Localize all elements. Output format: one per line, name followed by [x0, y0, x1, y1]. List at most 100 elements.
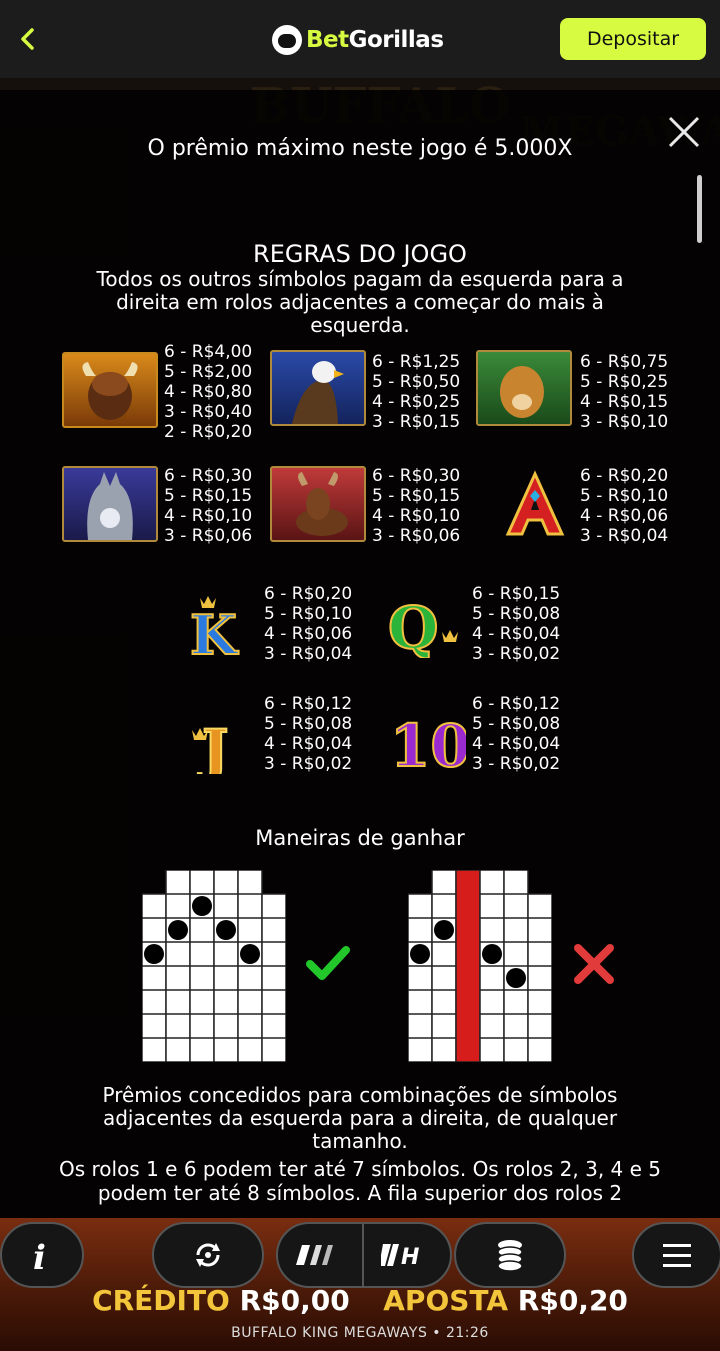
game-footer: BUFFALO KING MEGAWAYS • 21:26 — [231, 1325, 489, 1341]
turbo-spin-button[interactable] — [278, 1224, 365, 1286]
eagle-symbol — [270, 350, 366, 426]
buffalo-symbol — [62, 352, 158, 428]
pay-line: 4 - R$0,06 — [264, 624, 353, 644]
pay-line: 5 - R$0,50 — [372, 372, 461, 392]
rules-description: Todos os outros símbolos pagam da esquer… — [96, 267, 624, 337]
jack-symbol: J — [188, 704, 254, 785]
pay-line: 6 - R$0,12 — [472, 694, 561, 714]
awards-description: Prêmios concedidos para combinações de s… — [102, 1083, 618, 1153]
ten-symbol: 10 — [389, 702, 472, 781]
cougar-symbol — [476, 350, 572, 426]
speed-controls: H — [276, 1222, 452, 1288]
credit-bet-readout: CRÉDITO R$0,00 APOSTA R$0,20 — [0, 1284, 720, 1317]
pay-line: 6 - R$4,00 — [164, 342, 253, 362]
pay-line: 6 - R$0,15 — [472, 584, 561, 604]
credit-label: CRÉDITO — [92, 1284, 230, 1317]
pay-line: 3 - R$0,40 — [164, 402, 253, 422]
gorilla-icon — [272, 25, 302, 55]
pay-line: 4 - R$0,04 — [472, 734, 561, 754]
queen-symbol: Q — [386, 588, 462, 663]
check-icon — [304, 938, 352, 986]
ways-title: Maneiras de ganhar — [255, 826, 465, 850]
pay-line: 6 - R$0,30 — [164, 466, 253, 486]
king-pays: 6 - R$0,20 5 - R$0,10 4 - R$0,06 3 - R$0… — [264, 584, 352, 664]
pay-line: 5 - R$0,08 — [264, 714, 353, 734]
queen-pays: 6 - R$0,15 5 - R$0,08 4 - R$0,04 3 - R$0… — [472, 584, 560, 664]
brand-gorillas: Gorillas — [348, 27, 444, 53]
autoplay-icon — [196, 1243, 220, 1267]
cross-icon — [570, 940, 618, 988]
max-prize-text: O prêmio máximo neste jogo é 5.000X — [147, 136, 573, 161]
pay-line: 5 - R$0,15 — [164, 486, 253, 506]
hamburger-menu-icon — [663, 1244, 691, 1267]
scrollbar-thumb[interactable] — [697, 175, 702, 243]
pay-line: 4 - R$0,10 — [164, 506, 253, 526]
pay-line: 6 - R$0,12 — [264, 694, 353, 714]
pay-line: 6 - R$0,30 — [372, 466, 461, 486]
svg-text:H: H — [401, 1245, 419, 1268]
invalid-ways-grid — [407, 869, 553, 1066]
pay-line: 3 - R$0,04 — [264, 644, 353, 664]
svg-text:i: i — [33, 1238, 46, 1275]
info-icon: i — [33, 1238, 46, 1275]
brand-logo[interactable]: BetGorillas — [272, 22, 444, 58]
pay-line: 6 - R$0,20 — [580, 466, 669, 486]
quick-spin-icon: H — [381, 1244, 419, 1268]
pay-line: 5 - R$0,25 — [580, 372, 669, 392]
wolf-symbol — [62, 466, 158, 542]
buffalo-pays: 6 - R$4,00 5 - R$2,00 4 - R$0,80 3 - R$0… — [164, 342, 252, 442]
svg-text:K: K — [190, 603, 239, 662]
pay-line: 5 - R$0,08 — [472, 714, 561, 734]
pay-line: 6 - R$0,20 — [264, 584, 353, 604]
moose-pays: 6 - R$0,30 5 - R$0,15 4 - R$0,10 3 - R$0… — [372, 466, 460, 546]
pay-line: 3 - R$0,04 — [580, 526, 669, 546]
cougar-pays: 6 - R$0,75 5 - R$0,25 4 - R$0,15 3 - R$0… — [580, 352, 668, 432]
credit-value: R$0,00 — [239, 1284, 350, 1317]
rules-title: REGRAS DO JOGO — [253, 240, 467, 268]
pay-line: 5 - R$0,08 — [472, 604, 561, 624]
pay-line: 4 - R$0,25 — [372, 392, 461, 412]
jack-pays: 6 - R$0,12 5 - R$0,08 4 - R$0,04 3 - R$0… — [264, 694, 352, 774]
turbo-icon — [296, 1245, 333, 1265]
pay-line: 3 - R$0,02 — [472, 644, 561, 664]
moose-symbol — [270, 466, 366, 542]
ace-pays: 6 - R$0,20 5 - R$0,10 4 - R$0,06 3 - R$0… — [580, 466, 668, 546]
bet-label: APOSTA — [383, 1284, 509, 1317]
pay-line: 6 - R$1,25 — [372, 352, 461, 372]
pay-line: 5 - R$0,10 — [264, 604, 353, 624]
pay-line: 3 - R$0,15 — [372, 412, 461, 432]
king-symbol: K — [186, 592, 256, 668]
autoplay-button[interactable] — [152, 1222, 264, 1288]
pay-line: 3 - R$0,02 — [264, 754, 353, 774]
quick-spin-button[interactable]: H — [364, 1224, 450, 1286]
back-button[interactable] — [10, 20, 50, 60]
pay-line: 5 - R$2,00 — [164, 362, 253, 382]
pay-line: 4 - R$0,10 — [372, 506, 461, 526]
pay-line: 4 - R$0,04 — [264, 734, 353, 754]
svg-text:10: 10 — [390, 712, 466, 774]
pay-line: 3 - R$0,06 — [164, 526, 253, 546]
pay-line: 5 - R$0,10 — [580, 486, 669, 506]
brand-bet: Bet — [306, 27, 349, 53]
svg-text:Q: Q — [388, 594, 439, 658]
pay-line: 4 - R$0,15 — [580, 392, 669, 412]
top-bar: BetGorillas Depositar — [0, 0, 720, 78]
bet-amount-button[interactable] — [454, 1222, 566, 1288]
pay-line: 4 - R$0,06 — [580, 506, 669, 526]
menu-button[interactable] — [632, 1222, 720, 1288]
info-button[interactable]: i — [0, 1222, 84, 1288]
reels-description: Os rolos 1 e 6 podem ter até 7 símbolos.… — [58, 1157, 662, 1205]
ten-pays: 6 - R$0,12 5 - R$0,08 4 - R$0,04 3 - R$0… — [472, 694, 560, 774]
pay-line: 3 - R$0,06 — [372, 526, 461, 546]
bet-value: R$0,20 — [517, 1284, 628, 1317]
pay-line: 3 - R$0,02 — [472, 754, 561, 774]
deposit-button[interactable]: Depositar — [560, 18, 706, 60]
pay-line: 4 - R$0,04 — [472, 624, 561, 644]
pay-line: 3 - R$0,10 — [580, 412, 669, 432]
pay-line: 4 - R$0,80 — [164, 382, 253, 402]
pay-line: 5 - R$0,15 — [372, 486, 461, 506]
chevron-left-icon — [21, 28, 34, 50]
pay-line: 6 - R$0,75 — [580, 352, 669, 372]
coins-icon — [497, 1240, 523, 1272]
svg-text:J: J — [197, 718, 229, 774]
